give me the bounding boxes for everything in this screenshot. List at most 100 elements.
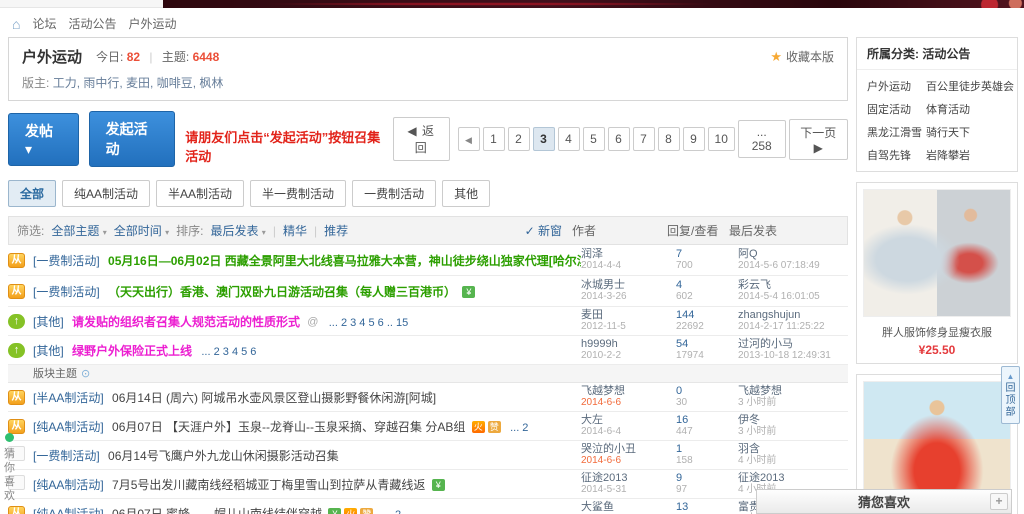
section-toggle-icon[interactable]: ⊙ (81, 368, 90, 380)
page-number-button[interactable]: 8 (658, 127, 680, 151)
thread-category-tag[interactable]: [纯AA制活动] (33, 420, 104, 434)
recommend-filter-link[interactable]: 推荐 (324, 222, 348, 239)
page-number-button[interactable]: 10 (708, 127, 735, 151)
last-poster-link[interactable]: 伊冬 (738, 414, 848, 426)
last-post-time-link[interactable]: 2014-2-17 11:25:22 (738, 321, 848, 333)
page-number-button[interactable]: 5 (583, 127, 605, 151)
favorite-forum-button[interactable]: ★收藏本版 (770, 48, 834, 65)
expand-button[interactable]: + (990, 493, 1008, 510)
thread-category-tag[interactable]: [一费制活动] (33, 285, 100, 299)
time-filter-dropdown[interactable]: 全部时间 ▾ (114, 222, 169, 239)
last-poster-link[interactable]: 阿Q (738, 248, 848, 260)
page-number-button[interactable]: 6 (608, 127, 630, 151)
last-poster-link[interactable]: 彩云飞 (738, 279, 848, 291)
page-ellipsis-button[interactable]: ... 258 (738, 120, 786, 158)
thread-page-links[interactable]: ... 2 (510, 422, 528, 434)
last-post-time-link[interactable]: 3 小时前 (738, 426, 848, 438)
green-dot-icon (5, 433, 14, 442)
last-poster-link[interactable]: 羽含 (738, 443, 848, 455)
product-card[interactable]: 胖人服饰修身显瘦衣服 ¥25.50 (856, 182, 1018, 364)
back-button[interactable]: ◀ 返 回 (393, 117, 450, 161)
guess-you-like-bottom-bar[interactable]: 猜您喜欢 + (756, 489, 1012, 514)
last-post-time-link[interactable]: 3 小时前 (738, 397, 848, 409)
thread-category-tag[interactable]: [纯AA制活动] (33, 478, 104, 492)
top-banner-image (163, 0, 1024, 8)
page-number-button[interactable]: 4 (558, 127, 580, 151)
topic-filter-dropdown[interactable]: 全部主题 ▾ (51, 222, 106, 239)
thread-category-tag[interactable]: [纯AA制活动] (33, 507, 104, 514)
thread-category-tag[interactable]: [一费制活动] (33, 449, 100, 463)
page-number-button[interactable]: 7 (633, 127, 655, 151)
thread-category-tag[interactable]: [其他] (33, 344, 64, 358)
product-image[interactable] (863, 189, 1011, 317)
category-link[interactable]: 体育活动 (926, 101, 1014, 117)
last-poster-link[interactable]: 征途2013 (738, 472, 848, 484)
thread-title-link[interactable]: 05月16日—06月02日 西藏全景阿里大北线喜马拉雅大本营，神山徒步绕山独家代… (108, 254, 581, 268)
thread-page-links[interactable]: ... 2 3 4 5 6 .. 15 (329, 317, 409, 329)
page-number-button[interactable]: 9 (683, 127, 705, 151)
reply-count: 0 (676, 385, 738, 397)
thread-author-link[interactable]: 大鲨鱼 (581, 501, 676, 513)
thread-page-links[interactable]: ... 2 3 4 5 6 (201, 346, 256, 358)
thread-author-link[interactable]: 润泽 (581, 248, 676, 260)
breadcrumb-item[interactable]: 论坛 (32, 15, 56, 32)
last-post-time-link[interactable]: 2014-5-6 07:18:49 (738, 260, 848, 272)
guess-you-like-left-tab[interactable]: 猜你喜欢 (2, 433, 17, 503)
type-tab[interactable]: 一费制活动 (352, 180, 436, 207)
type-tab[interactable]: 半AA制活动 (156, 180, 244, 207)
thread-title-link[interactable]: 7月5号出发川藏南线经稻城亚丁梅里雪山到拉萨从青藏线返 (112, 478, 425, 492)
new-window-toggle[interactable]: ✓ 新窗 (525, 222, 562, 239)
thread-type-icon: 从 (8, 419, 25, 434)
thread-author-link[interactable]: 征途2013 (581, 472, 676, 484)
next-page-button[interactable]: 下一页 ▶ (789, 119, 848, 160)
thread-title-link[interactable]: 06月07日 蜜蜂——帽儿山南线结伴穿越 (112, 507, 322, 514)
breadcrumb-item[interactable]: 活动公告 (68, 15, 116, 32)
last-poster-link[interactable]: 过河的小马 (738, 338, 848, 350)
new-post-button[interactable]: 发帖 ▾ (8, 113, 79, 166)
category-link[interactable]: 百公里徒步英雄会 (926, 78, 1014, 94)
thread-author-link[interactable]: 冰城男士 (581, 279, 676, 291)
category-link[interactable]: 自驾先锋 (867, 147, 922, 163)
digest-filter-link[interactable]: 精华 (283, 222, 307, 239)
last-post-time-link[interactable]: 2013-10-18 12:49:31 (738, 350, 848, 362)
page-number-button[interactable]: 3 (533, 127, 555, 151)
thread-category-tag[interactable]: [半AA制活动] (33, 391, 104, 405)
back-to-top-button[interactable]: ▲ 回顶部 (1001, 366, 1020, 424)
thread-category-tag[interactable]: [其他] (33, 315, 64, 329)
prev-page-button[interactable]: ◀ (458, 127, 480, 151)
type-tab[interactable]: 半一费制活动 (250, 180, 346, 207)
category-link[interactable]: 骑行天下 (926, 124, 1014, 140)
new-activity-button[interactable]: 发起活动 (89, 111, 176, 167)
thread-author-link[interactable]: 飞越梦想 (581, 385, 676, 397)
last-poster-link[interactable]: 飞越梦想 (738, 385, 848, 397)
category-link[interactable]: 户外运动 (867, 78, 922, 94)
thread-title-link[interactable]: （天天出行）香港、澳门双卧九日游活动召集（每人赠三百港币） (108, 285, 456, 299)
last-post-time-link[interactable]: 4 小时前 (738, 455, 848, 467)
type-tab[interactable]: 纯AA制活动 (62, 180, 150, 207)
sort-dropdown[interactable]: 最后发表 ▾ (210, 222, 265, 239)
last-poster-link[interactable]: zhangshujun (738, 309, 848, 321)
thread-category-tag[interactable]: [一费制活动] (33, 254, 100, 268)
product-name[interactable]: 胖人服饰修身显瘦衣服 (863, 324, 1011, 340)
category-link[interactable]: 黑龙江滑雪 (867, 124, 922, 140)
thread-title-link[interactable]: 06月14号飞鹰户外九龙山休闲摄影活动召集 (108, 449, 339, 463)
breadcrumb-item[interactable]: 户外运动 (129, 15, 177, 32)
category-link[interactable]: 固定活动 (867, 101, 922, 117)
moderator-links[interactable]: 工力, 雨中行, 麦田, 咖啡豆, 枫林 (53, 76, 224, 90)
thread-title-link[interactable]: 绿野户外保险正式上线 (72, 344, 192, 358)
thread-page-links[interactable]: ... 2 (383, 509, 401, 514)
thread-title-link[interactable]: 06月07日 【天涯户外】玉泉--龙脊山--玉泉采摘、穿越召集 分AB组 (112, 420, 465, 434)
category-link[interactable]: 岩降攀岩 (926, 147, 1014, 163)
last-post-time-link[interactable]: 2014-5-4 16:01:05 (738, 291, 848, 303)
thread-author-link[interactable]: h9999h (581, 338, 676, 350)
type-tab[interactable]: 全部 (8, 180, 56, 207)
home-icon[interactable]: ⌂ (12, 18, 20, 30)
thread-title-link[interactable]: 06月14日 (周六) 阿城吊水壶风景区登山摄影野餐休闲游[阿城] (112, 391, 436, 405)
thread-author-link[interactable]: 大左 (581, 414, 676, 426)
thread-title-link[interactable]: 请发贴的组织者召集人规范活动的性质形式 (72, 315, 300, 329)
thread-author-link[interactable]: 哭泣的小丑 (581, 443, 676, 455)
page-number-button[interactable]: 2 (508, 127, 530, 151)
page-number-button[interactable]: 1 (483, 127, 505, 151)
thread-author-link[interactable]: 麦田 (581, 309, 676, 321)
type-tab[interactable]: 其他 (442, 180, 490, 207)
